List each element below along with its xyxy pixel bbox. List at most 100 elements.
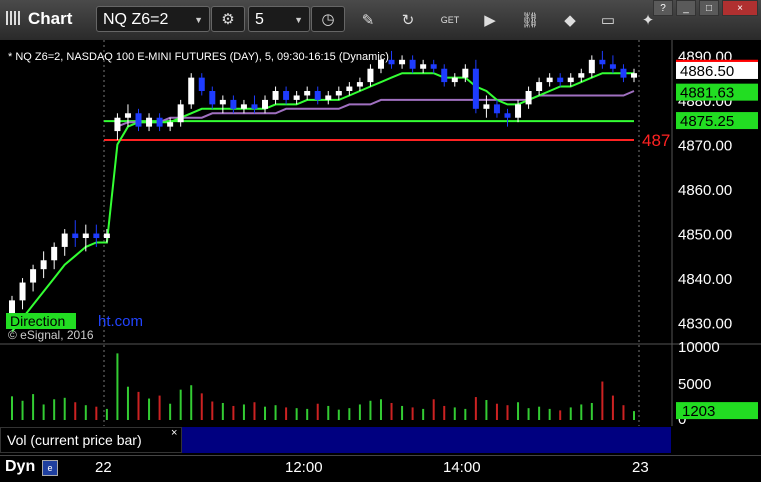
candle bbox=[293, 95, 300, 100]
reference-line-label: 487 bbox=[642, 131, 670, 150]
watermark: © eSignal, 2016 bbox=[8, 328, 94, 342]
clock-icon[interactable]: ◷ bbox=[311, 6, 345, 32]
candle bbox=[19, 282, 26, 301]
candle bbox=[388, 59, 395, 65]
dyn-label[interactable]: Dyn bbox=[5, 458, 35, 476]
scroll-bar[interactable] bbox=[182, 427, 671, 453]
x-tick: 23 bbox=[632, 459, 649, 476]
candle bbox=[567, 77, 574, 83]
candle bbox=[124, 113, 131, 118]
close-icon[interactable]: × bbox=[722, 0, 758, 16]
volume-label-text: 1203 bbox=[682, 403, 715, 420]
chevron-down-icon: ▼ bbox=[194, 15, 203, 25]
direction-url: ht.com bbox=[98, 313, 143, 330]
price-label: 4881.63 bbox=[676, 83, 758, 102]
candle bbox=[283, 91, 290, 100]
chevron-down-icon: ▼ bbox=[294, 15, 303, 25]
candle bbox=[177, 104, 184, 123]
candle bbox=[430, 64, 437, 69]
candle bbox=[209, 91, 216, 105]
bars-icon bbox=[6, 11, 22, 25]
candle bbox=[451, 77, 458, 83]
x-tick: 12:00 bbox=[285, 459, 323, 476]
symbol-selector[interactable]: NQ Z6=2 ▼ bbox=[96, 6, 210, 32]
candle bbox=[30, 269, 37, 283]
candle bbox=[515, 104, 522, 118]
candle bbox=[272, 91, 279, 100]
candle bbox=[578, 73, 585, 78]
volume-tick: 5000 bbox=[678, 376, 711, 393]
candle bbox=[525, 91, 532, 105]
volume-panel-label[interactable]: Vol (current price bar) bbox=[0, 427, 182, 453]
candle bbox=[631, 73, 637, 78]
candle bbox=[188, 77, 195, 105]
candle bbox=[51, 246, 58, 261]
candle bbox=[441, 68, 448, 83]
chart-title-label: Chart bbox=[28, 9, 73, 28]
link-icon[interactable]: ⛓ bbox=[520, 10, 540, 30]
interval-selector[interactable]: 5 ▼ bbox=[248, 6, 310, 32]
direction-badge: Direction bbox=[10, 313, 65, 329]
candle bbox=[325, 95, 332, 100]
maximize-icon[interactable]: □ bbox=[699, 0, 719, 16]
candle bbox=[240, 104, 247, 109]
candle bbox=[72, 233, 79, 238]
candle bbox=[536, 82, 543, 91]
chart-header: * NQ Z6=2, NASDAQ 100 E-MINI FUTURES (DA… bbox=[8, 51, 389, 63]
candle bbox=[399, 59, 406, 65]
price-label-text: 4881.63 bbox=[680, 85, 734, 102]
candle bbox=[335, 91, 342, 96]
candle bbox=[304, 91, 311, 96]
candle bbox=[409, 59, 416, 69]
interval-value: 5 bbox=[255, 11, 264, 28]
candle bbox=[93, 233, 100, 238]
y-tick: 4850.00 bbox=[678, 227, 732, 244]
candle bbox=[620, 68, 627, 78]
candle bbox=[314, 91, 321, 100]
price-chart[interactable]: 487 4890.004880.004870.004860.004850.004… bbox=[0, 40, 761, 455]
candle bbox=[40, 260, 47, 270]
y-tick: 4860.00 bbox=[678, 182, 732, 199]
x-tick: 22 bbox=[95, 459, 112, 476]
y-tick: 4870.00 bbox=[678, 137, 732, 154]
candle bbox=[504, 113, 511, 118]
candle bbox=[588, 59, 595, 74]
candle bbox=[472, 68, 479, 109]
play-icon[interactable]: ▶ bbox=[480, 10, 500, 30]
x-tick: 14:00 bbox=[443, 459, 481, 476]
candle bbox=[198, 77, 205, 91]
get-icon[interactable]: GET bbox=[440, 10, 460, 30]
price-label-text: 4875.25 bbox=[680, 113, 734, 130]
settings-gear-icon[interactable]: ⚙ bbox=[211, 6, 245, 32]
toolbar: Chart NQ Z6=2 ▼ ⚙ 5 ▼ ◷ ✎ ↻ GET ▶ ⛓ ◆ ▭ ✦ … bbox=[0, 0, 761, 41]
candle bbox=[346, 86, 353, 91]
candle bbox=[61, 233, 68, 247]
candle bbox=[156, 117, 163, 127]
time-axis: Dyn e 22 12:00 14:00 23 bbox=[0, 455, 761, 482]
candle bbox=[462, 68, 469, 78]
candle bbox=[483, 104, 490, 109]
dynamic-icon[interactable]: e bbox=[42, 460, 58, 476]
candle bbox=[219, 99, 226, 105]
candle bbox=[135, 113, 142, 127]
refresh-icon[interactable]: ↻ bbox=[398, 10, 418, 30]
pencil-icon[interactable]: ✎ bbox=[358, 10, 378, 30]
candle bbox=[599, 59, 606, 65]
help-icon[interactable]: ? bbox=[653, 0, 673, 16]
candle bbox=[420, 64, 427, 69]
candle bbox=[251, 104, 258, 109]
magnet-icon[interactable]: ◆ bbox=[560, 10, 580, 30]
price-label: 4875.25 bbox=[676, 112, 758, 130]
close-panel-icon[interactable]: × bbox=[171, 427, 177, 439]
candle bbox=[493, 104, 500, 114]
candle bbox=[114, 117, 121, 132]
volume-panel-label-text: Vol (current price bar) bbox=[7, 432, 142, 448]
candle bbox=[557, 77, 564, 83]
symbol-value: NQ Z6=2 bbox=[103, 11, 169, 28]
minimize-icon[interactable]: _ bbox=[676, 0, 696, 16]
chart-title: Chart bbox=[6, 9, 72, 29]
candle bbox=[230, 99, 237, 109]
comment-icon[interactable]: ▭ bbox=[598, 10, 618, 30]
candle bbox=[262, 99, 269, 109]
candle bbox=[167, 122, 174, 127]
